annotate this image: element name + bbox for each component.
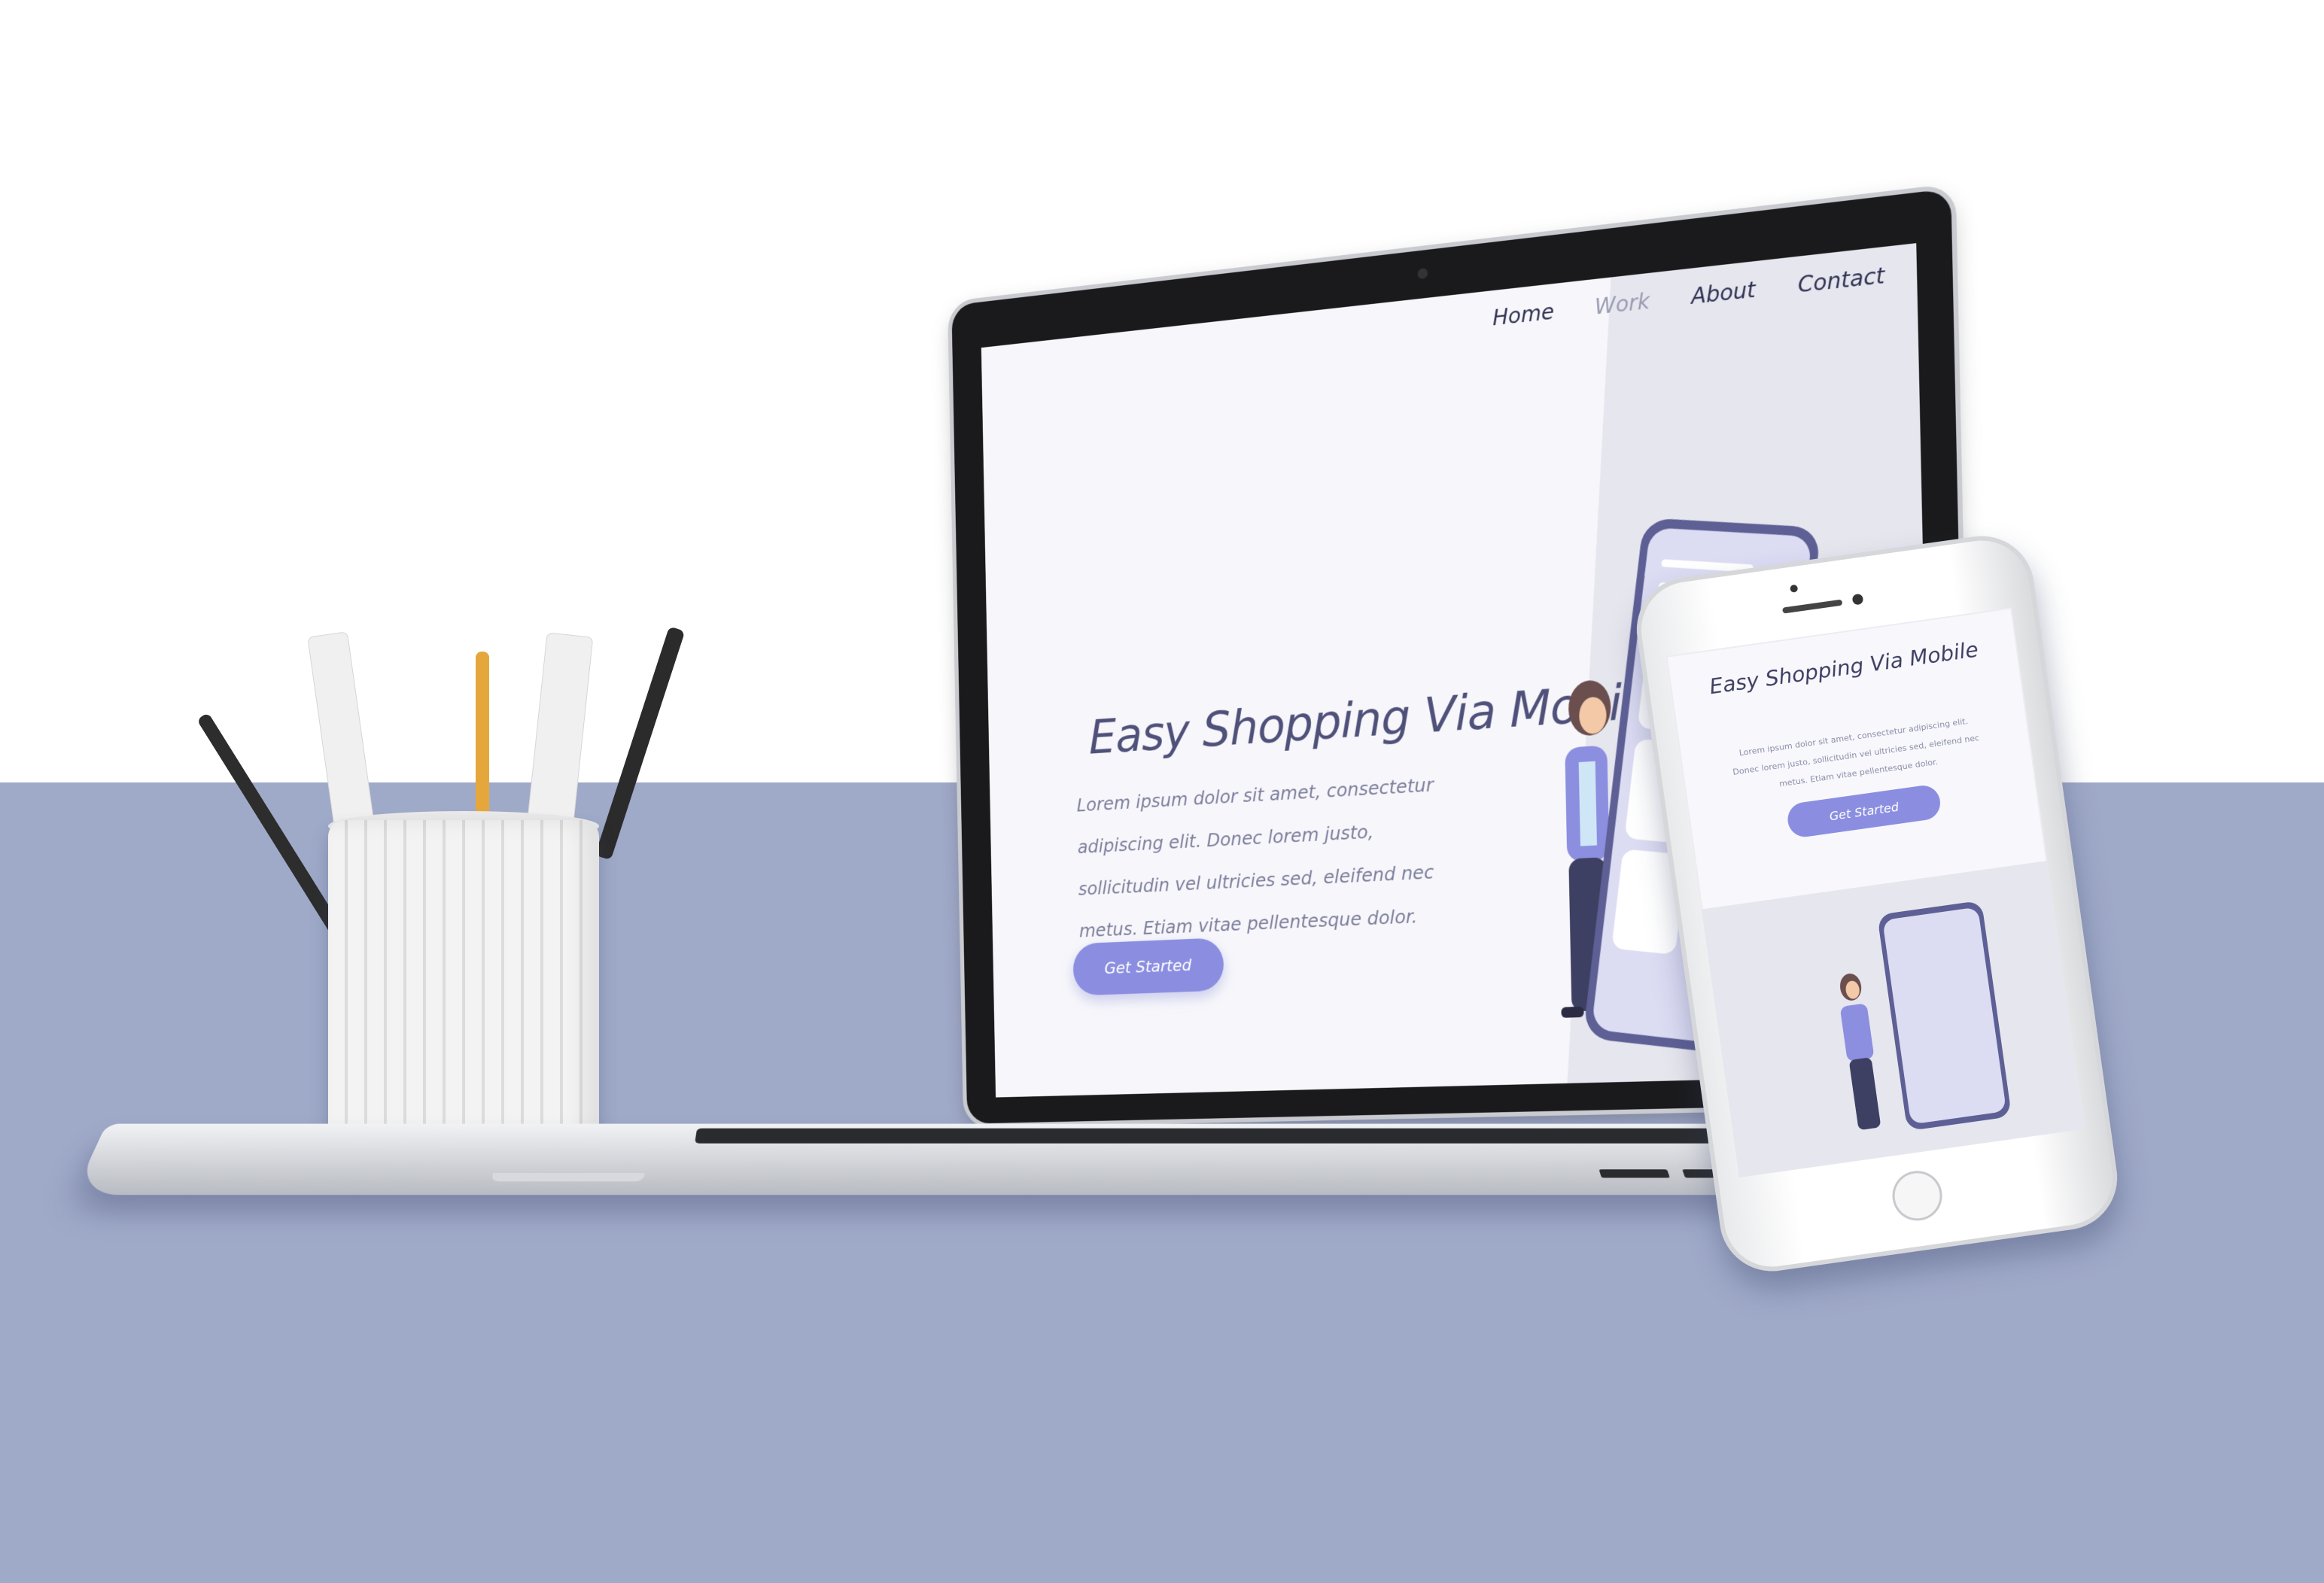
get-started-button[interactable]: Get Started	[1072, 937, 1224, 996]
hero-description: Lorem ipsum dolor sit amet, consectetur …	[1076, 773, 1434, 942]
home-button[interactable]	[1889, 1168, 1945, 1224]
speaker-grille	[1782, 599, 1843, 614]
woman-illustration	[1840, 974, 1881, 1130]
cup-body	[328, 820, 599, 1159]
proximity-sensor	[1790, 584, 1799, 593]
front-camera-icon	[1851, 593, 1864, 606]
phone-illustration	[1877, 900, 2012, 1132]
laptop-camera-icon	[1417, 267, 1428, 280]
phone-screen: Easy Shopping Via Mobile Lorem ipsum dol…	[1665, 607, 2085, 1178]
mobile-hero-description: Lorem ipsum dolor sit amet, consectetur …	[1732, 716, 1980, 789]
mobile-hero-title: Easy Shopping Via Mobile	[1708, 637, 1980, 699]
keyboard	[695, 1128, 1815, 1144]
sd-slot	[1599, 1169, 1670, 1178]
lid-notch	[491, 1173, 645, 1182]
laptop-base	[73, 1123, 1899, 1196]
nav-home[interactable]: Home	[1492, 299, 1554, 330]
mobile-illustration-panel	[1701, 860, 2085, 1178]
mobile-get-started-button[interactable]: Get Started	[1785, 783, 1942, 840]
phone-illustration-screen	[1882, 907, 2007, 1125]
